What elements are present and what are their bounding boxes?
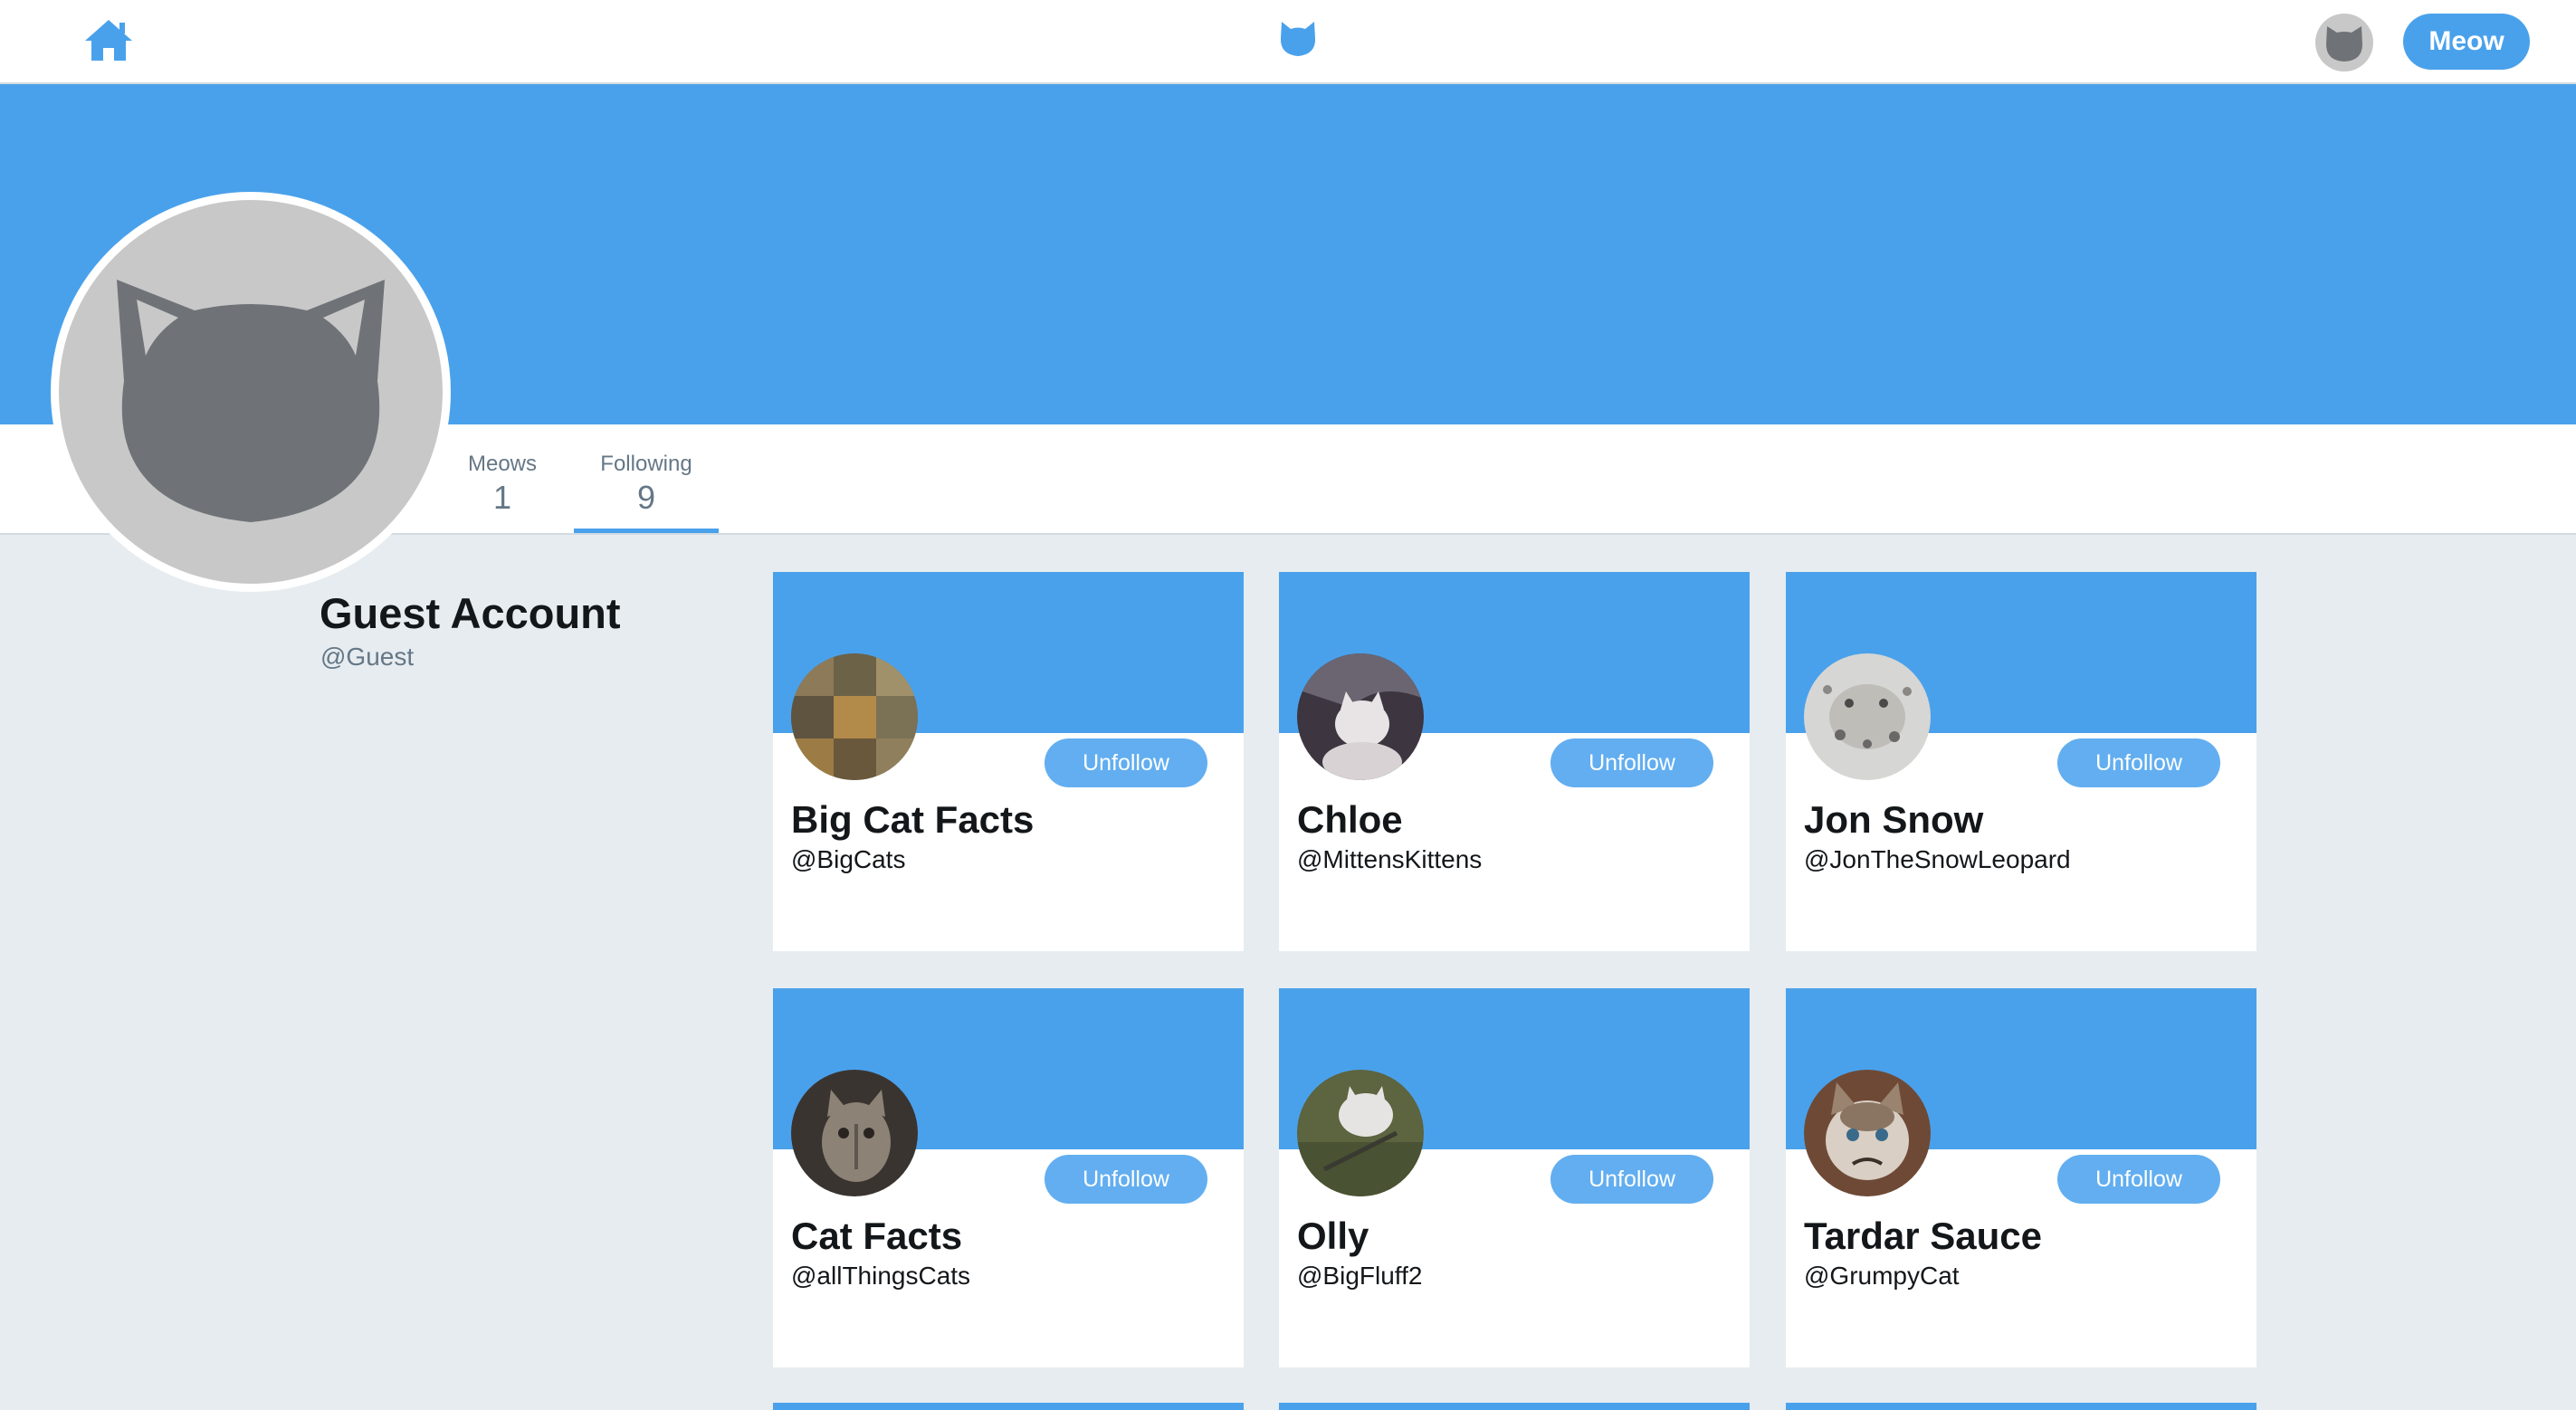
unfollow-button[interactable]: Unfollow [1550, 738, 1713, 787]
card-name: Jon Snow [1804, 798, 1984, 841]
unfollow-button[interactable]: Unfollow [1550, 1155, 1713, 1204]
card-avatar[interactable] [791, 1070, 918, 1196]
cat-avatar-icon [2326, 26, 2362, 62]
card-name: Tardar Sauce [1804, 1215, 2043, 1257]
card-handle: @GrumpyCat [1804, 1262, 1960, 1290]
meow-button[interactable]: Meow [2403, 14, 2530, 70]
user-avatar-button[interactable] [2315, 14, 2373, 71]
stat-value: 9 [636, 479, 656, 516]
cat-logo-icon [1278, 20, 1318, 58]
following-card-partial [1279, 1403, 1750, 1410]
profile-name: Guest Account [320, 589, 621, 637]
following-card[interactable]: Unfollow Cat Facts @allThingsCats [773, 988, 1244, 1367]
card-handle: @BigCats [791, 845, 906, 873]
stat-following[interactable]: Following 9 [574, 424, 719, 533]
following-card[interactable]: Unfollow Tardar Sauce @GrumpyCat [1786, 988, 2256, 1367]
card-avatar[interactable] [1804, 653, 1931, 780]
stat-label: Meows [467, 452, 538, 476]
card-name: Big Cat Facts [791, 798, 1035, 841]
card-name: Olly [1297, 1215, 1369, 1257]
profile-avatar [51, 192, 451, 592]
following-card-partial [1786, 1403, 2256, 1410]
card-handle: @MittensKittens [1297, 845, 1483, 873]
following-card-partial [773, 1403, 1244, 1410]
unfollow-button[interactable]: Unfollow [2057, 738, 2220, 787]
card-name: Cat Facts [791, 1215, 963, 1257]
profile-handle: @Guest [320, 643, 415, 671]
home-icon[interactable] [83, 17, 134, 62]
card-handle: @BigFluff2 [1297, 1262, 1423, 1290]
unfollow-button[interactable]: Unfollow [1045, 1155, 1207, 1204]
card-avatar[interactable] [1297, 653, 1424, 780]
unfollow-button[interactable]: Unfollow [1045, 738, 1207, 787]
top-nav-bar: Meow [0, 0, 2576, 84]
card-avatar[interactable] [791, 653, 918, 780]
card-avatar[interactable] [1297, 1070, 1424, 1196]
following-card[interactable]: Unfollow Chloe @MittensKittens [1279, 572, 1750, 951]
card-name: Chloe [1297, 798, 1403, 841]
card-avatar[interactable] [1804, 1070, 1931, 1196]
unfollow-button[interactable]: Unfollow [2057, 1155, 2220, 1204]
following-card[interactable]: Unfollow Big Cat Facts @BigCats [773, 572, 1244, 951]
cat-avatar-icon [117, 280, 385, 522]
card-handle: @allThingsCats [791, 1262, 971, 1290]
stat-label: Following [600, 452, 692, 476]
stat-meows[interactable]: Meows 1 [453, 424, 552, 533]
stat-value: 1 [492, 479, 512, 516]
card-handle: @JonTheSnowLeopard [1804, 845, 2071, 873]
following-card[interactable]: Unfollow Olly @BigFluff2 [1279, 988, 1750, 1367]
following-card[interactable]: Unfollow Jon Snow @JonTheSnowLeopard [1786, 572, 2256, 951]
